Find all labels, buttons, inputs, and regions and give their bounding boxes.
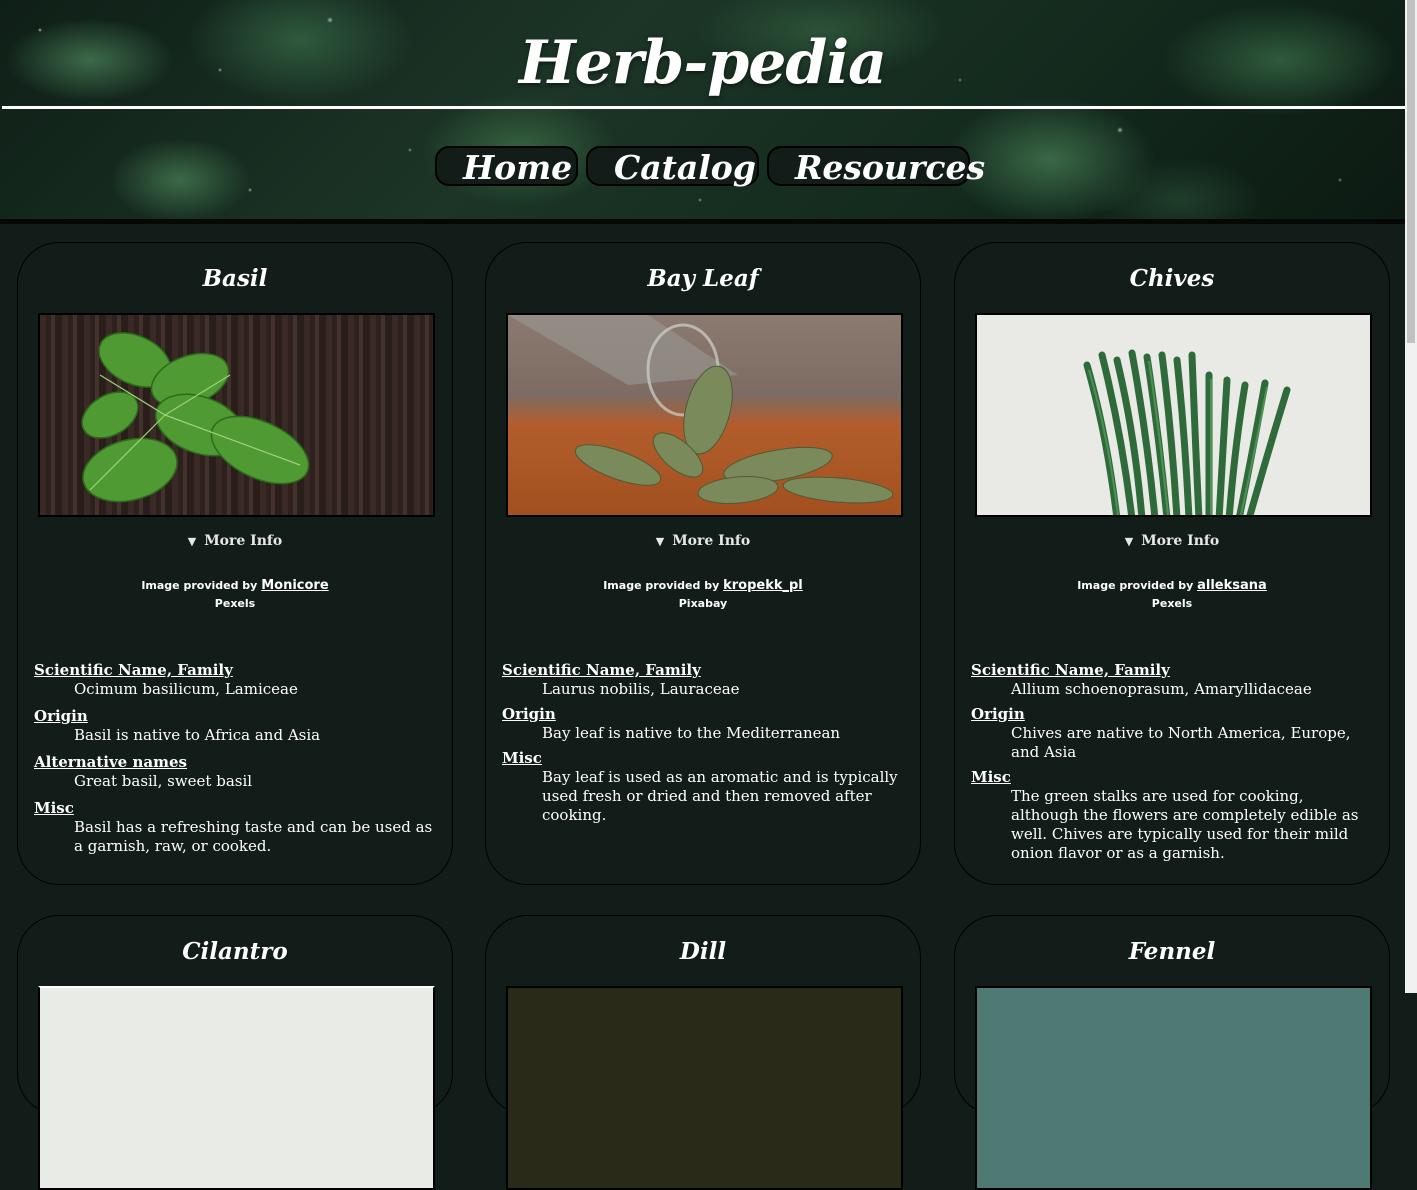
herb-card-title: Basil (202, 265, 268, 292)
fact-label: Misc (971, 768, 1011, 786)
fact-value: Laurus nobilis, Lauraceae (542, 680, 740, 698)
page-scrollbar[interactable] (1405, 0, 1417, 993)
fact-value: Great basil, sweet basil (74, 772, 253, 790)
bay-leaf-illustration (508, 315, 894, 504)
herb-image-chives (975, 313, 1372, 517)
herb-facts: Scientific Name, Family Laurus nobilis, … (502, 661, 906, 825)
credit-author-link[interactable]: alleksana (1197, 578, 1267, 593)
credit-author-link[interactable]: kropekk_pl (723, 578, 803, 593)
fact-value: Chives are native to North America, Euro… (1011, 724, 1351, 761)
image-credit: Image provided by Monicore Pexels (18, 577, 452, 613)
nav-home-button[interactable]: Home (435, 146, 578, 187)
credit-source: Pexels (1151, 597, 1193, 610)
herb-card-title: Bay Leaf (647, 265, 759, 292)
fact-label: Origin (971, 705, 1025, 723)
scrollbar-thumb[interactable] (1407, 0, 1415, 343)
fact-value: Bay leaf is used as an aromatic and is t… (542, 768, 898, 824)
fact-label: Origin (34, 707, 88, 725)
nav-catalog-button[interactable]: Catalog (586, 146, 759, 187)
fact-value: Ocimum basilicum, Lamiceae (74, 680, 298, 698)
more-info-toggle[interactable]: ▼ More Info (18, 533, 452, 549)
credit-author-link[interactable]: Monicore (261, 578, 328, 593)
more-info-toggle[interactable]: ▼ More Info (955, 533, 1389, 549)
main-nav: Home Catalog Resources (0, 146, 1405, 187)
fact-label: Scientific Name, Family (502, 661, 701, 679)
herb-image-bay-leaf (506, 313, 903, 517)
herb-card-title: Fennel (1128, 938, 1216, 965)
fact-label: Origin (502, 705, 556, 723)
more-info-toggle[interactable]: ▼ More Info (486, 533, 920, 549)
herb-image-fennel (975, 986, 1372, 1190)
disclosure-triangle-icon: ▼ (655, 535, 665, 548)
more-info-label: More Info (672, 533, 751, 549)
image-credit: Image provided by kropekk_pl Pixabay (486, 577, 920, 613)
fact-value: Bay leaf is native to the Mediterranean (542, 724, 841, 742)
herb-card-bay-leaf: Bay Leaf ▼ More Info Image provided by kr… (485, 242, 921, 885)
fact-label: Misc (502, 749, 542, 767)
herb-image-dill (506, 986, 903, 1190)
credit-prefix: Image provided by (603, 579, 720, 592)
herb-card-chives: Chives ▼ More Info Image provided by all… (954, 242, 1390, 885)
disclosure-triangle-icon: ▼ (1124, 535, 1134, 548)
chives-illustration (1083, 349, 1291, 515)
more-info-label: More Info (204, 533, 283, 549)
fact-value: The green stalks are used for cooking, a… (1011, 787, 1359, 862)
nav-resources-button[interactable]: Resources (767, 146, 985, 187)
herb-card-cilantro: Cilantro (17, 915, 453, 1190)
herb-image-basil (38, 313, 435, 517)
herb-card-title: Dill (679, 938, 727, 965)
header-bottom-border (0, 219, 1405, 224)
herb-card-title: Chives (1129, 265, 1215, 292)
disclosure-triangle-icon: ▼ (187, 535, 197, 548)
basil-leaves-illustration (81, 332, 310, 503)
herb-card-basil: Basil ▼ More Info Image provided by Monic… (17, 242, 453, 885)
herb-card-fennel: Fennel (954, 915, 1390, 1190)
more-info-label: More Info (1141, 533, 1220, 549)
image-credit: Image provided by alleksana Pexels (955, 577, 1389, 613)
fact-label: Alternative names (34, 753, 187, 771)
title-divider (2, 106, 1405, 109)
credit-source: Pexels (214, 597, 256, 610)
herb-facts: Scientific Name, Family Allium schoenopr… (971, 661, 1375, 863)
fact-label: Scientific Name, Family (971, 661, 1170, 679)
site-title: Herb-pedia (518, 28, 887, 98)
credit-prefix: Image provided by (1077, 579, 1194, 592)
herb-facts: Scientific Name, Family Ocimum basilicum… (34, 661, 438, 864)
fact-value: Basil has a refreshing taste and can be … (74, 818, 433, 855)
fact-label: Misc (34, 799, 74, 817)
fact-value: Basil is native to Africa and Asia (74, 726, 321, 744)
herb-card-title: Cilantro (182, 938, 288, 965)
fact-value: Allium schoenoprasum, Amaryllidaceae (1011, 680, 1312, 698)
fact-label: Scientific Name, Family (34, 661, 233, 679)
herb-image-cilantro (38, 986, 435, 1190)
credit-prefix: Image provided by (141, 579, 258, 592)
credit-source: Pixabay (678, 597, 728, 610)
herb-card-dill: Dill (485, 915, 921, 1190)
site-header: Herb-pedia Home Catalog Resources (0, 0, 1405, 220)
